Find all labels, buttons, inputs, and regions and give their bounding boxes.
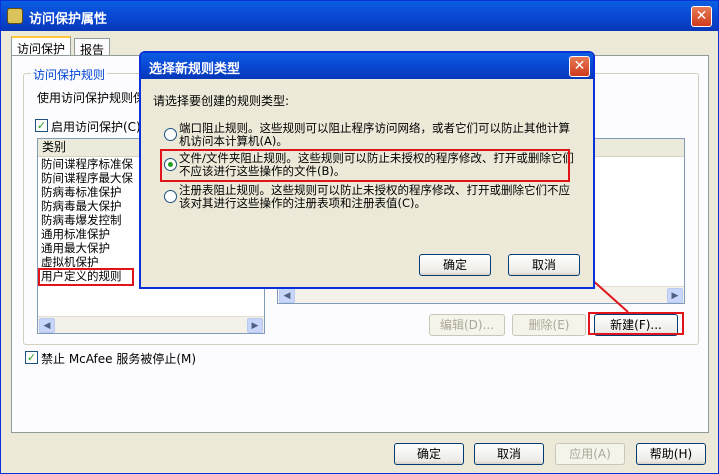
option-port-rule[interactable]: 端口阻止规则。这些规则可以阻止程序访问网络，或者它们可以防止其他计算机访问本计算… <box>179 122 579 148</box>
rule-type-dialog: 选择新规则类型 ✕ 请选择要创建的规则类型: 端口阻止规则。这些规则可以阻止程序… <box>139 51 595 289</box>
highlight-file-rule <box>160 149 570 182</box>
dialog-cancel-button[interactable]: 取消 <box>508 254 580 276</box>
radio-registry-rule[interactable] <box>164 190 177 203</box>
dialog-close-icon[interactable]: ✕ <box>569 56 590 77</box>
dialog-title: 选择新规则类型 <box>149 62 241 77</box>
dialog-ok-button[interactable]: 确定 <box>419 254 491 276</box>
dialog-title-bar[interactable]: 选择新规则类型 ✕ <box>141 53 593 79</box>
option-registry-rule[interactable]: 注册表阻止规则。这些规则可以防止未授权的程序修改、打开或删除它们不应该对其进行这… <box>179 184 579 210</box>
dialog-prompt: 请选择要创建的规则类型: <box>153 94 290 108</box>
radio-port-rule[interactable] <box>164 128 177 141</box>
